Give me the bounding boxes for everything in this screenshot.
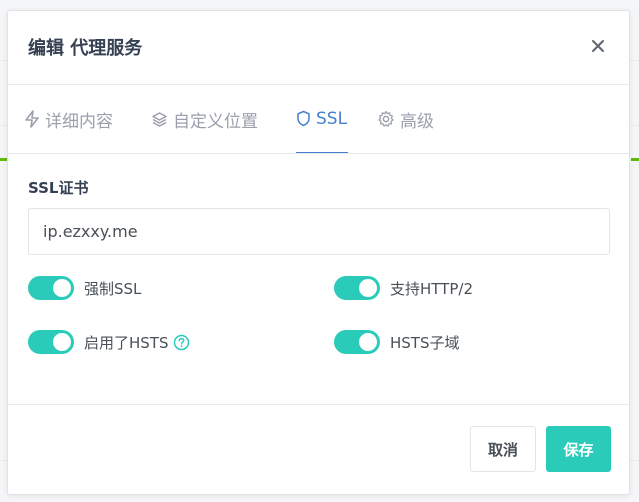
layers-icon [151,111,168,128]
edit-proxy-host-dialog: 编辑 代理服务 详细内容 自定义位置 SSL 高级 SSL证书 ip.ezxxy… [7,10,630,495]
tab-bar: 详细内容 自定义位置 SSL 高级 [8,85,629,154]
tab-custom-locations[interactable]: 自定义位置 [151,85,258,153]
toggle-switch[interactable] [334,276,380,300]
close-icon [592,40,604,52]
tab-advanced[interactable]: 高级 [377,85,434,153]
shield-icon [296,110,311,127]
tab-label: SSL [316,108,348,129]
modal-title: 编辑 代理服务 [28,38,143,59]
tab-label: 自定义位置 [173,111,258,132]
force-ssl-toggle[interactable]: 强制SSL [28,276,141,300]
ssl-certificate-label: SSL证书 [28,179,89,197]
modal-footer: 取消 保存 [8,404,629,494]
tab-details[interactable]: 详细内容 [24,85,113,153]
toggle-label: 启用了HSTS [84,333,169,352]
modal-header: 编辑 代理服务 [8,11,629,85]
toggle-label: 支持HTTP/2 [390,279,473,298]
toggle-label: 强制SSL [84,279,142,298]
toggle-label: HSTS子域 [390,333,460,352]
gear-icon [377,110,395,128]
hsts-subdomains-toggle[interactable]: HSTS子域 [334,330,460,354]
hsts-enabled-toggle[interactable]: 启用了HSTS [28,330,190,354]
background-status-bar [631,158,639,161]
http2-support-toggle[interactable]: 支持HTTP/2 [334,276,473,300]
tab-ssl[interactable]: SSL [296,85,348,153]
save-button[interactable]: 保存 [546,426,611,472]
cancel-button[interactable]: 取消 [470,426,536,472]
toggle-switch[interactable] [334,330,380,354]
toggle-switch[interactable] [28,276,74,300]
tab-label: 详细内容 [45,111,113,132]
close-button[interactable] [587,35,609,57]
question-circle-icon[interactable] [173,334,190,351]
ssl-certificate-select[interactable] [28,208,610,255]
toggle-switch[interactable] [28,330,74,354]
bolt-icon [24,110,40,128]
tab-label: 高级 [400,111,434,132]
